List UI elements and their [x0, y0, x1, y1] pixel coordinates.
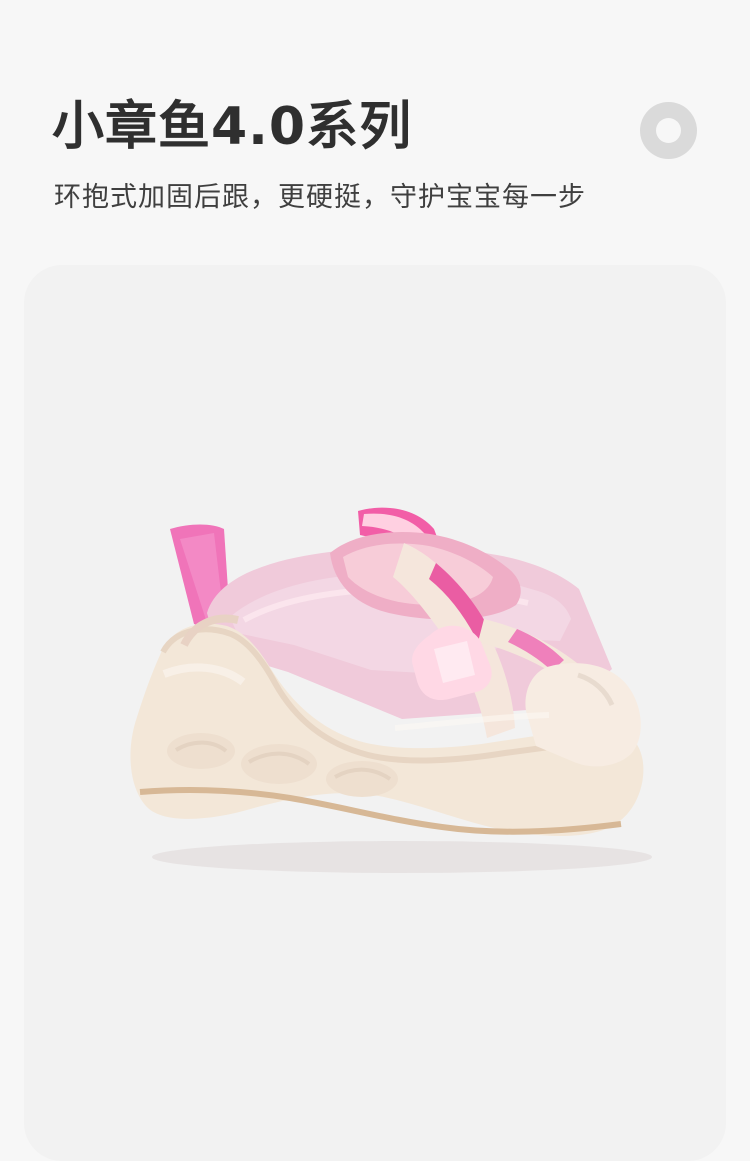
page-subtitle: 环抱式加固后跟，更硬挺，守护宝宝每一步: [54, 182, 586, 213]
page-title: 小章鱼4.0系列: [52, 97, 413, 157]
shoe-image: [112, 505, 692, 895]
product-card: [24, 265, 726, 1161]
sandal-illustration: [130, 507, 652, 873]
header: 小章鱼4.0系列 环抱式加固后跟，更硬挺，守护宝宝每一步: [52, 92, 612, 218]
ring-icon: [640, 102, 697, 159]
